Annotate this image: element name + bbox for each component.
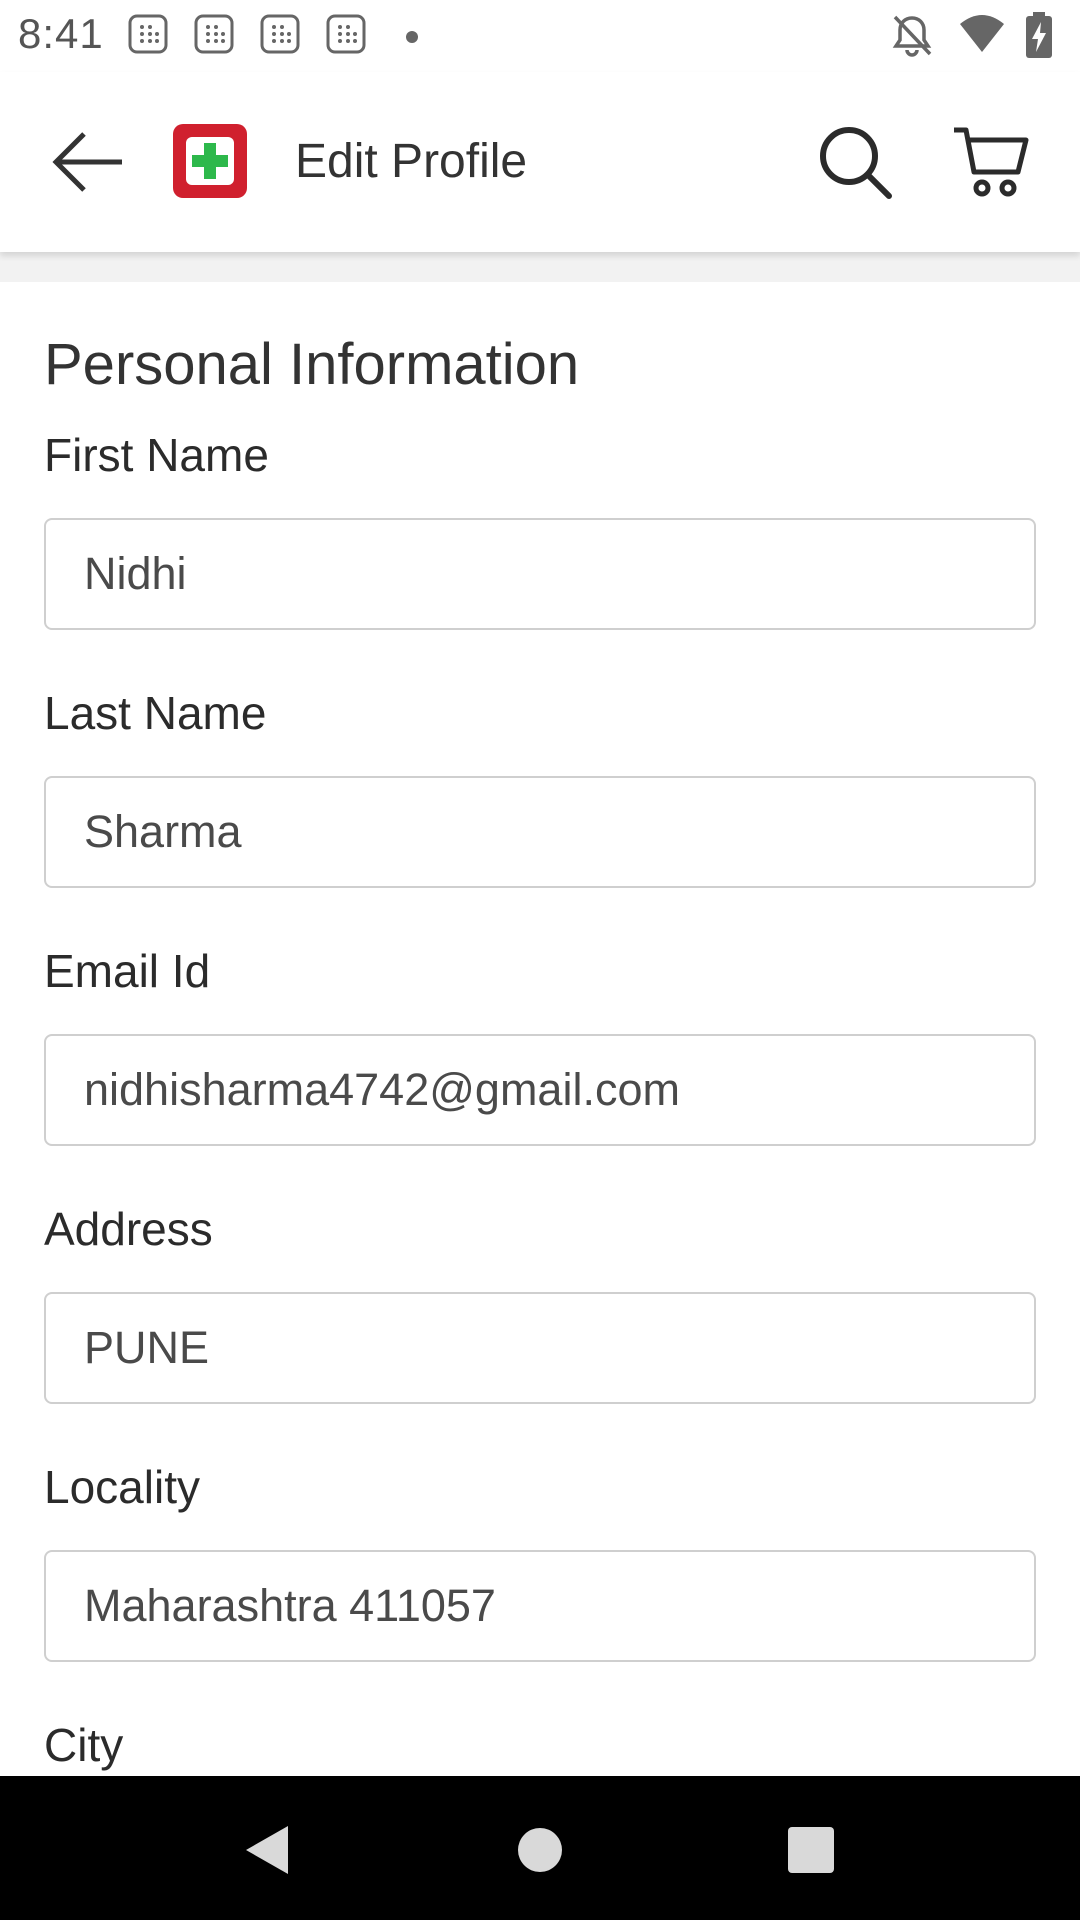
home-circle-icon[interactable]	[512, 1822, 568, 1878]
calendar-grid-icon	[128, 14, 168, 54]
last-name-label: Last Name	[44, 687, 267, 739]
locality-input[interactable]	[44, 1550, 1036, 1662]
email-input[interactable]	[44, 1034, 1036, 1146]
app-logo-icon	[173, 124, 247, 198]
first-name-label: First Name	[44, 429, 269, 481]
calendar-grid-icon	[326, 14, 366, 54]
first-name-input[interactable]	[44, 518, 1036, 630]
page-title: Edit Profile	[295, 135, 528, 188]
locality-label: Locality	[44, 1461, 200, 1513]
battery-charging-icon	[1026, 12, 1052, 58]
address-input[interactable]	[44, 1292, 1036, 1404]
calendar-grid-icon	[260, 14, 300, 54]
wifi-icon	[960, 15, 1004, 52]
search-icon[interactable]	[815, 122, 895, 202]
city-label: City	[44, 1719, 124, 1771]
app-bar: Edit Profile	[0, 72, 1080, 252]
section-title: Personal Information	[44, 332, 580, 397]
header-divider	[0, 252, 1080, 282]
system-nav-bar	[0, 1776, 1080, 1920]
cart-icon[interactable]	[950, 122, 1030, 202]
email-label: Email Id	[44, 945, 211, 997]
bell-off-icon	[892, 15, 932, 57]
edit-profile-screen: 8:41 Edit Profile Personal Information F…	[0, 0, 1080, 1920]
profile-form: Personal Information First Name Last Nam…	[0, 282, 1080, 1776]
back-arrow-icon[interactable]	[50, 128, 126, 196]
status-bar: 8:41	[0, 0, 1080, 72]
status-time: 8:41	[18, 10, 104, 57]
last-name-input[interactable]	[44, 776, 1036, 888]
more-notifications-dot	[406, 31, 418, 43]
recents-square-icon[interactable]	[783, 1822, 839, 1878]
back-triangle-icon[interactable]	[240, 1822, 296, 1878]
calendar-grid-icon	[194, 14, 234, 54]
address-label: Address	[44, 1203, 213, 1255]
